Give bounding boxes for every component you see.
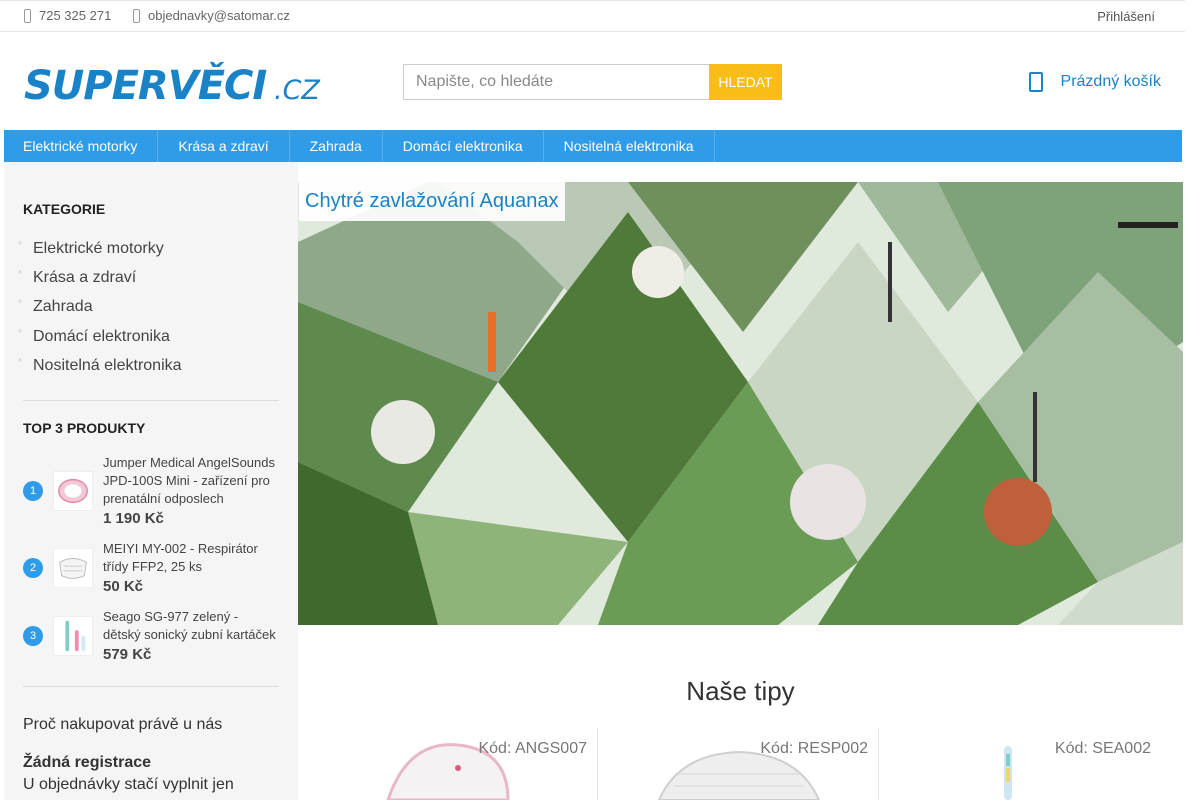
promo-banner[interactable]: Chytré zavlažování Aquanax — [298, 182, 1183, 625]
logo-graphic: SUPERVĚCI .CZ — [24, 61, 320, 109]
nav-item-elektricke-motorky[interactable]: Elektrické motorky — [4, 130, 159, 162]
product-card[interactable]: Kód: SEA002 — [880, 728, 1161, 800]
phone-contact[interactable]: 725 325 271 — [24, 8, 111, 23]
product-thumbnail[interactable] — [53, 616, 93, 656]
category-item[interactable]: Elektrické motorky — [18, 236, 182, 267]
search-button[interactable]: HLEDAT — [709, 64, 782, 100]
category-item[interactable]: Krása a zdraví — [18, 265, 182, 296]
top-product[interactable]: 3 Seago SG-977 zelený - dětský sonický z… — [23, 608, 279, 663]
email-address[interactable]: objednavky@satomar.cz — [148, 8, 290, 23]
rank-badge: 3 — [23, 626, 43, 646]
benefit-title: Žádná registrace — [23, 754, 152, 771]
product-name[interactable]: MEIYI MY-002 - Respirátor třídy FFP2, 25… — [103, 540, 279, 576]
search-bar: HLEDAT — [403, 64, 782, 100]
product-price: 1 190 Kč — [103, 510, 164, 527]
svg-text:SUPERVĚCI: SUPERVĚCI — [24, 61, 267, 107]
cart-label[interactable]: Prázdný košík — [1061, 73, 1161, 91]
product-thumbnail[interactable] — [53, 471, 93, 511]
product-name[interactable]: Jumper Medical AngelSounds JPD-100S Mini… — [103, 454, 279, 508]
category-item[interactable]: Domácí elektronika — [18, 324, 182, 355]
nav-item-nositelna-elektronika[interactable]: Nositelná elektronika — [544, 130, 715, 162]
email-icon — [133, 8, 140, 23]
product-price: 50 Kč — [103, 578, 144, 595]
cart-icon[interactable] — [1028, 72, 1043, 92]
rank-badge: 2 — [23, 558, 43, 578]
site-logo[interactable]: SUPERVĚCI .CZ — [24, 57, 322, 109]
product-price: 579 Kč — [103, 646, 152, 663]
sidebar: KATEGORIE Elektrické motorky Krása a zdr… — [4, 162, 298, 800]
sidebar-divider — [23, 686, 279, 687]
product-card[interactable]: Kód: RESP002 — [599, 728, 879, 800]
benefit-text: U objednávky stačí vyplnit jen — [23, 776, 234, 793]
product-code: Kód: RESP002 — [760, 740, 868, 757]
product-card[interactable]: Kód: ANGS007 — [318, 728, 598, 800]
svg-text:.CZ: .CZ — [274, 75, 320, 106]
phone-number[interactable]: 725 325 271 — [39, 8, 111, 23]
why-shop-heading: Proč nakupovat právě u nás — [23, 716, 223, 733]
nav-item-zahrada[interactable]: Zahrada — [290, 130, 383, 162]
product-name[interactable]: Seago SG-977 zelený - dětský sonický zub… — [103, 608, 279, 644]
login-link[interactable]: Přihlášení — [1097, 9, 1155, 24]
nav-item-domaci-elektronika[interactable]: Domácí elektronika — [383, 130, 544, 162]
product-thumbnail[interactable] — [53, 548, 93, 588]
phone-icon — [24, 8, 31, 23]
sidebar-divider — [23, 400, 279, 401]
search-input[interactable] — [403, 64, 709, 100]
tips-heading: Naše tipy — [686, 676, 795, 706]
product-code: Kód: ANGS007 — [478, 740, 587, 757]
product-image[interactable] — [990, 746, 1030, 800]
banner-caption[interactable]: Chytré zavlažování Aquanax — [299, 182, 565, 221]
banner-image[interactable] — [298, 182, 1183, 625]
cart[interactable]: Prázdný košík — [1028, 72, 1161, 92]
email-contact[interactable]: objednavky@satomar.cz — [133, 8, 290, 23]
category-list: Elektrické motorky Krása a zdraví Zahrad… — [18, 236, 182, 384]
rank-badge: 1 — [23, 481, 43, 501]
top-products-heading: TOP 3 PRODUKTY — [23, 420, 146, 436]
category-item[interactable]: Nositelná elektronika — [18, 353, 182, 384]
top-bar: 725 325 271 objednavky@satomar.cz Přihlá… — [0, 0, 1185, 32]
categories-heading: KATEGORIE — [23, 201, 106, 217]
product-code: Kód: SEA002 — [1054, 740, 1151, 757]
main-nav: Elektrické motorky Krása a zdraví Zahrad… — [4, 130, 1182, 162]
top-product[interactable]: 2 MEIYI MY-002 - Respirátor třídy FFP2, … — [23, 540, 279, 595]
nav-item-krasa-a-zdravi[interactable]: Krása a zdraví — [158, 130, 290, 162]
category-item[interactable]: Zahrada — [18, 294, 182, 325]
top-product[interactable]: 1 Jumper Medical AngelSounds JPD-100S Mi… — [23, 454, 279, 527]
header: SUPERVĚCI .CZ HLEDAT Prázdný košík — [0, 32, 1185, 130]
